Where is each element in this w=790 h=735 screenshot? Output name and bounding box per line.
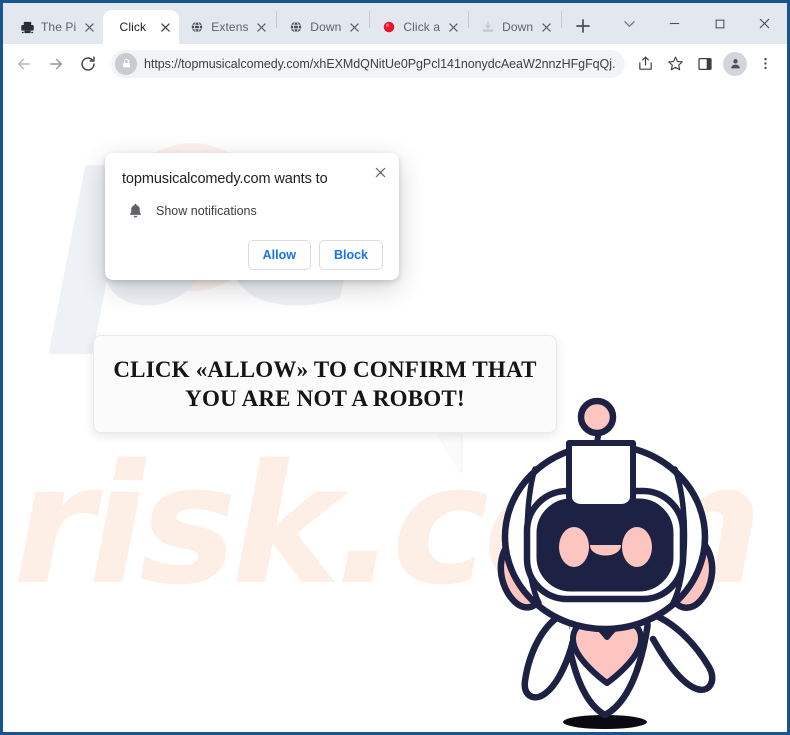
address-bar[interactable]: https://topmusicalcomedy.com/xhEXMdQNitU… bbox=[111, 49, 625, 78]
download-icon bbox=[480, 19, 496, 35]
red-dot-icon bbox=[381, 19, 397, 35]
notification-permission-dialog: topmusicalcomedy.com wants to Show notif… bbox=[105, 153, 399, 280]
allow-button[interactable]: Allow bbox=[247, 240, 311, 270]
bookmark-star-icon[interactable] bbox=[661, 50, 689, 78]
speech-bubble-tail bbox=[437, 432, 461, 472]
tab-close-icon[interactable] bbox=[82, 20, 97, 35]
browser-toolbar: https://topmusicalcomedy.com/xhEXMdQNitU… bbox=[3, 44, 787, 83]
tab-click-a[interactable]: Click a bbox=[371, 10, 467, 44]
side-panel-icon[interactable] bbox=[691, 50, 719, 78]
tab-close-icon[interactable] bbox=[254, 20, 269, 35]
window-controls bbox=[607, 3, 787, 44]
tab-separator bbox=[468, 11, 470, 28]
tab-downloads-1[interactable]: Down bbox=[278, 10, 368, 44]
tab-label: Click a bbox=[403, 20, 441, 34]
tab-close-icon[interactable] bbox=[539, 20, 554, 35]
tab-label: Click bbox=[119, 20, 147, 34]
tab-click-active[interactable]: Click bbox=[103, 10, 180, 44]
tab-strip: The Pi Click Extens Down Click a Down bbox=[3, 3, 787, 44]
dialog-actions: Allow Block bbox=[121, 240, 383, 270]
bubble-line-1: CLICK «ALLOW» TO CONFIRM THAT bbox=[113, 356, 537, 382]
tab-separator bbox=[561, 11, 563, 28]
permission-row: Show notifications bbox=[121, 202, 383, 219]
share-icon[interactable] bbox=[631, 50, 659, 78]
tab-separator bbox=[369, 11, 371, 28]
tab-downloads-2[interactable]: Down bbox=[470, 10, 560, 44]
profile-avatar[interactable] bbox=[723, 51, 747, 76]
close-icon[interactable] bbox=[742, 3, 787, 44]
forward-button[interactable] bbox=[41, 49, 71, 79]
back-button[interactable] bbox=[9, 49, 39, 79]
globe-icon bbox=[288, 19, 304, 35]
lock-icon[interactable] bbox=[115, 52, 137, 75]
page-viewport: pc risk.com CLICK «ALLOW» TO CONFIRM THA… bbox=[3, 83, 787, 732]
browser-window: The Pi Click Extens Down Click a Down ht… bbox=[0, 0, 790, 735]
permission-label: Show notifications bbox=[156, 203, 257, 218]
printer-icon bbox=[19, 19, 35, 35]
url-text: https://topmusicalcomedy.com/xhEXMdQNitU… bbox=[144, 56, 615, 71]
tab-label: The Pi bbox=[41, 20, 77, 34]
tab-the-pi[interactable]: The Pi bbox=[9, 10, 103, 44]
close-icon[interactable] bbox=[369, 161, 391, 183]
bell-icon bbox=[127, 202, 144, 219]
block-button[interactable]: Block bbox=[318, 240, 383, 270]
new-tab-button[interactable] bbox=[569, 12, 597, 40]
tab-close-icon[interactable] bbox=[158, 20, 173, 35]
tab-extensions[interactable]: Extens bbox=[179, 10, 275, 44]
reload-button[interactable] bbox=[73, 49, 103, 79]
robot-mascot bbox=[473, 395, 753, 732]
chrome-menu-icon[interactable] bbox=[751, 50, 779, 78]
bubble-line-2: YOU ARE NOT A ROBOT! bbox=[185, 386, 465, 411]
maximize-icon[interactable] bbox=[697, 3, 742, 44]
chevron-down-icon[interactable] bbox=[607, 3, 652, 44]
dialog-title: topmusicalcomedy.com wants to bbox=[122, 171, 328, 187]
tab-separator bbox=[276, 11, 278, 28]
globe-icon bbox=[189, 19, 205, 35]
tab-close-icon[interactable] bbox=[446, 20, 461, 35]
tab-label: Down bbox=[502, 20, 534, 34]
tab-close-icon[interactable] bbox=[347, 20, 362, 35]
tab-label: Extens bbox=[211, 20, 249, 34]
tab-label: Down bbox=[310, 20, 342, 34]
minimize-icon[interactable] bbox=[652, 3, 697, 44]
